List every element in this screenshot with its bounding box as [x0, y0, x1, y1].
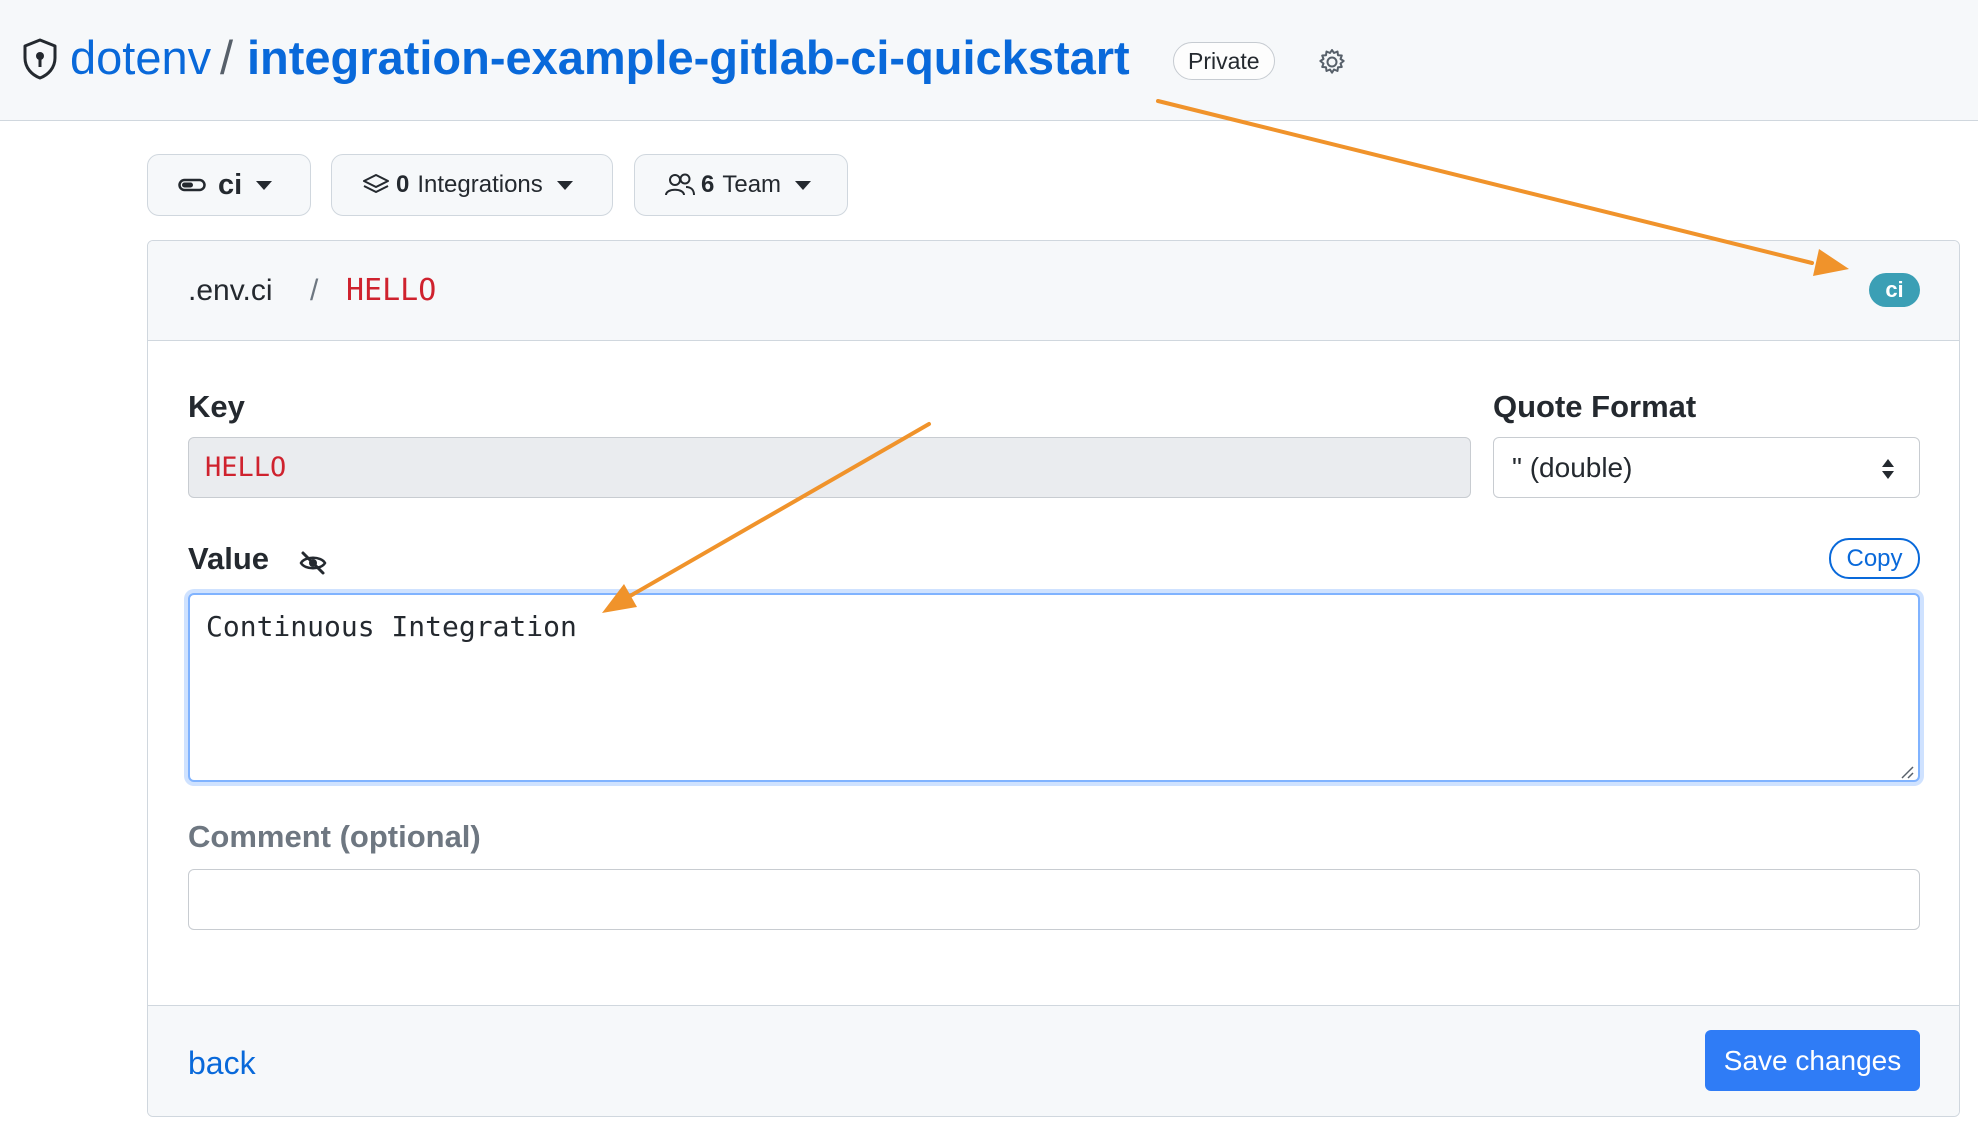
resize-grip-icon[interactable]: [1900, 765, 1914, 779]
value-label: Value: [188, 541, 269, 576]
environment-label: ci: [218, 168, 243, 201]
key-label: Key: [188, 389, 245, 424]
environment-badge: ci: [1869, 273, 1920, 307]
path-separator: /: [220, 31, 234, 84]
edit-variable-card: .env.ci / HELLO ci Key HELLO Quote Forma…: [147, 240, 1960, 1117]
save-changes-button[interactable]: Save changes: [1705, 1030, 1920, 1091]
quote-format-label: Quote Format: [1493, 389, 1697, 424]
team-count: 6: [701, 171, 715, 198]
key-field: HELLO: [188, 437, 1471, 498]
breadcrumb-key: HELLO: [346, 273, 437, 308]
integrations-dropdown[interactable]: 0 Integrations: [331, 154, 613, 216]
repo-link[interactable]: integration-example-gitlab-ci-quickstart: [247, 30, 1130, 86]
chevron-down-icon: [556, 180, 573, 190]
chevron-down-icon: [256, 180, 273, 190]
breadcrumb-separator: /: [310, 274, 319, 307]
value-textarea[interactable]: Continuous Integration: [188, 593, 1920, 782]
owner-link[interactable]: dotenv: [70, 30, 211, 86]
card-footer: back Save changes: [148, 1005, 1959, 1116]
back-link[interactable]: back: [188, 1044, 256, 1082]
integrations-count: 0: [396, 171, 410, 198]
visibility-badge: Private: [1173, 42, 1275, 80]
select-arrows-icon: [1882, 459, 1894, 479]
quote-format-value: " (double): [1512, 452, 1633, 483]
integrations-label: Integrations: [417, 171, 543, 198]
environment-dropdown[interactable]: ci: [147, 154, 311, 216]
quote-format-select[interactable]: " (double): [1493, 437, 1920, 498]
stack-icon: [363, 174, 389, 193]
card-header: .env.ci / HELLO ci: [148, 241, 1959, 341]
people-icon: [665, 173, 695, 196]
breadcrumb-file[interactable]: .env.ci: [188, 273, 272, 309]
gear-icon[interactable]: [1317, 47, 1347, 77]
comment-label: Comment (optional): [188, 819, 481, 854]
chevron-down-icon: [795, 180, 812, 190]
comment-field[interactable]: [188, 869, 1920, 930]
shield-lock-icon: [23, 38, 57, 80]
repo-header: dotenv / integration-example-gitlab-ci-q…: [0, 0, 1978, 121]
eye-slash-icon[interactable]: [298, 549, 328, 577]
copy-button[interactable]: Copy: [1829, 538, 1920, 579]
team-dropdown[interactable]: 6 Team: [634, 154, 848, 216]
toggle-icon: [178, 178, 206, 192]
team-label: Team: [722, 171, 782, 198]
